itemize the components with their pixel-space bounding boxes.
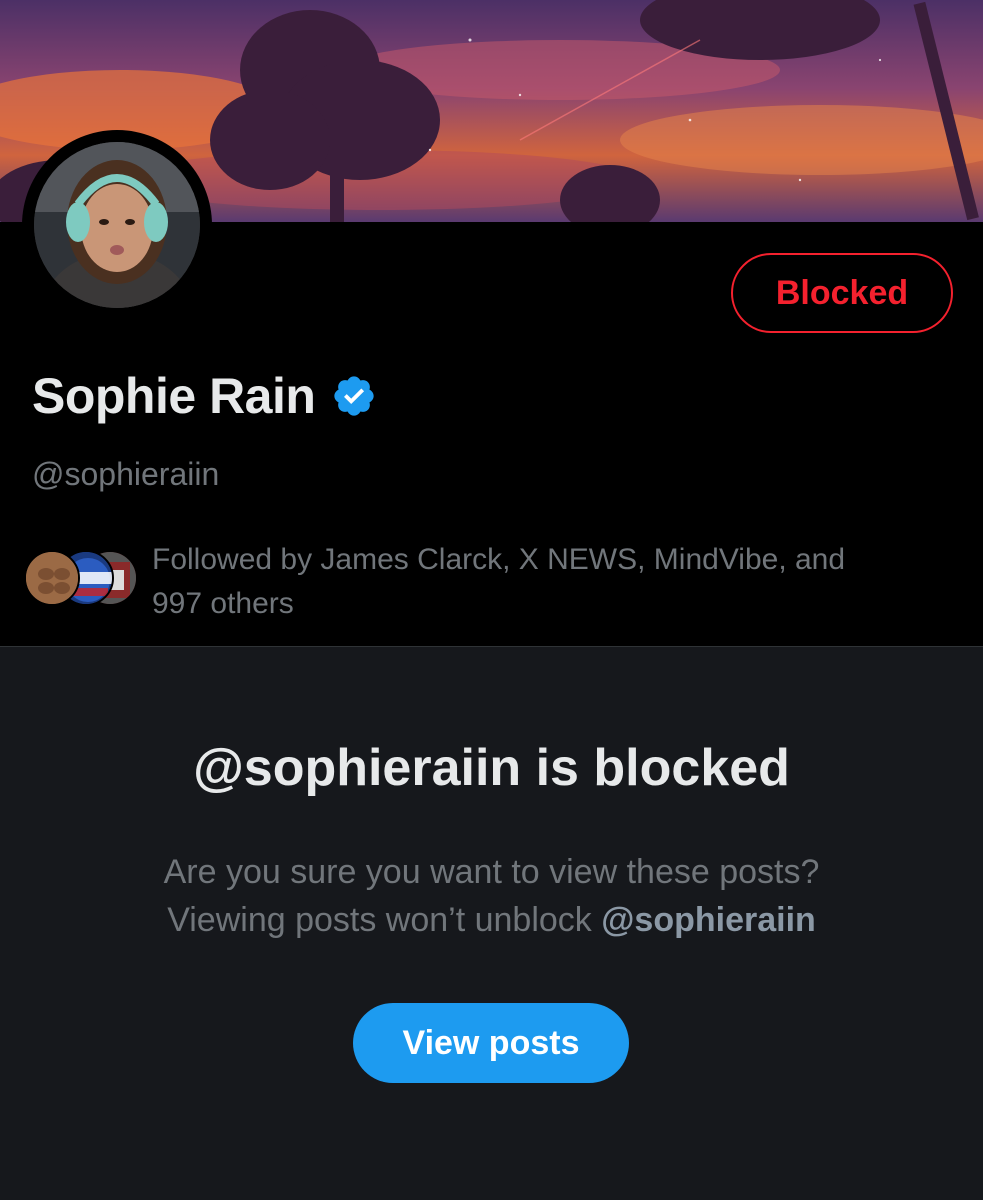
blocked-description-prefix: Viewing posts won’t unblock — [167, 901, 602, 939]
followed-by-text: Followed by James Clarck, X NEWS, MindVi… — [152, 538, 932, 626]
followed-by-section[interactable]: Followed by James Clarck, X NEWS, MindVi… — [24, 538, 924, 628]
profile-avatar[interactable] — [22, 130, 212, 320]
blocked-button[interactable]: Blocked — [731, 253, 953, 333]
display-name: Sophie Rain — [32, 368, 316, 424]
avatar-photo — [34, 142, 200, 308]
followed-by-line1: Followed by James Clarck, X NEWS, MindVi… — [152, 543, 846, 576]
follower-avatar — [24, 550, 80, 606]
profile-handle: @sophieraiin — [32, 456, 220, 492]
followed-by-line2: 997 others — [152, 587, 294, 620]
blocked-description-line2: Viewing posts won’t unblock @sophieraiin — [0, 896, 983, 944]
blocked-description: Are you sure you want to view these post… — [0, 848, 983, 944]
profile-name-row: Sophie Rain — [32, 364, 377, 428]
blocked-description-handle: @sophieraiin — [601, 901, 816, 939]
blocked-title: @sophieraiin is blocked — [193, 739, 790, 797]
verified-badge-icon[interactable] — [331, 373, 377, 419]
view-posts-button[interactable]: View posts — [353, 1003, 629, 1083]
blocked-description-line1: Are you sure you want to view these post… — [163, 853, 820, 891]
